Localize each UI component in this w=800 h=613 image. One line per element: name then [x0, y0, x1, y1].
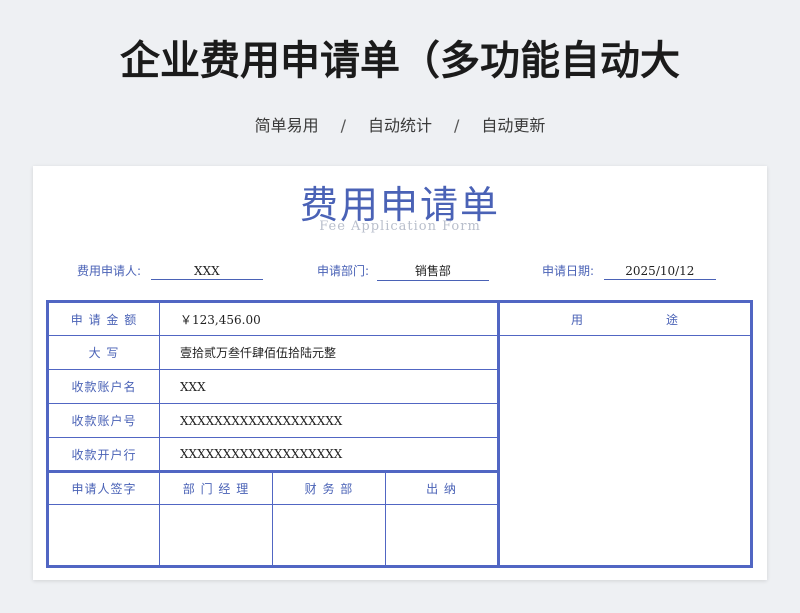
row-value-account-name[interactable]: XXX — [160, 370, 497, 403]
sign-header-manager: 部 门 经 理 — [182, 482, 250, 496]
application-table: 申 请 金 额 ￥123,456.00 大 写 壹拾贰万叁仟肆佰伍拾陆元整 收款… — [46, 300, 753, 568]
row-label-account-name: 收款账户名 — [71, 380, 137, 394]
subtitle-item-update: 自动更新 — [481, 116, 546, 135]
applicant-field: 费用申请人: XXX — [77, 262, 263, 280]
department-label: 申请部门: — [317, 264, 370, 278]
sign-box-applicant[interactable] — [49, 505, 159, 565]
sign-box-cashier[interactable] — [386, 505, 497, 565]
form-subtitle: Fee Application Form — [319, 219, 481, 234]
row-label-uppercase: 大 写 — [88, 346, 120, 360]
purpose-label-1: 用 — [570, 312, 584, 327]
applicant-label: 费用申请人: — [77, 264, 142, 278]
purpose-input-area[interactable] — [500, 336, 750, 565]
subtitle-separator: / — [454, 116, 460, 135]
sign-header-applicant: 申请人签字 — [71, 482, 137, 496]
applicant-value[interactable]: XXX — [150, 264, 263, 280]
row-value-bank[interactable]: XXXXXXXXXXXXXXXXXXX — [160, 438, 497, 470]
page-title: 企业费用申请单（多功能自动大 — [120, 38, 680, 84]
date-label: 申请日期: — [542, 264, 595, 278]
purpose-header: 用 途 — [500, 303, 750, 335]
subtitle-item-stats: 自动统计 — [367, 116, 432, 135]
sign-header-cashier: 出 纳 — [426, 482, 457, 496]
sign-box-manager[interactable] — [160, 505, 272, 565]
subtitle-item-easy: 简单易用 — [254, 116, 319, 135]
form-sheet: 费用申请单 Fee Application Form 费用申请人: XXX 申请… — [33, 166, 767, 580]
date-value[interactable]: 2025/10/12 — [603, 264, 716, 280]
row-value-amount[interactable]: ￥123,456.00 — [160, 303, 497, 335]
subtitle-separator: / — [340, 116, 346, 135]
purpose-label-2: 途 — [665, 312, 679, 327]
row-label-amount: 申 请 金 额 — [70, 312, 138, 327]
sign-box-finance[interactable] — [273, 505, 385, 565]
row-label-account-number: 收款账户号 — [71, 414, 137, 428]
department-value[interactable]: 销售部 — [376, 262, 489, 281]
row-value-uppercase[interactable]: 壹拾贰万叁仟肆佰伍拾陆元整 — [160, 336, 497, 369]
row-label-bank: 收款开户行 — [71, 447, 137, 462]
subtitle-bar: 简单易用 / 自动统计 / 自动更新 — [0, 112, 800, 136]
sign-header-finance: 财 务 部 — [304, 482, 354, 496]
row-value-account-number[interactable]: XXXXXXXXXXXXXXXXXXX — [160, 404, 497, 437]
department-field: 申请部门: 销售部 — [317, 262, 489, 281]
date-field: 申请日期: 2025/10/12 — [542, 262, 716, 280]
